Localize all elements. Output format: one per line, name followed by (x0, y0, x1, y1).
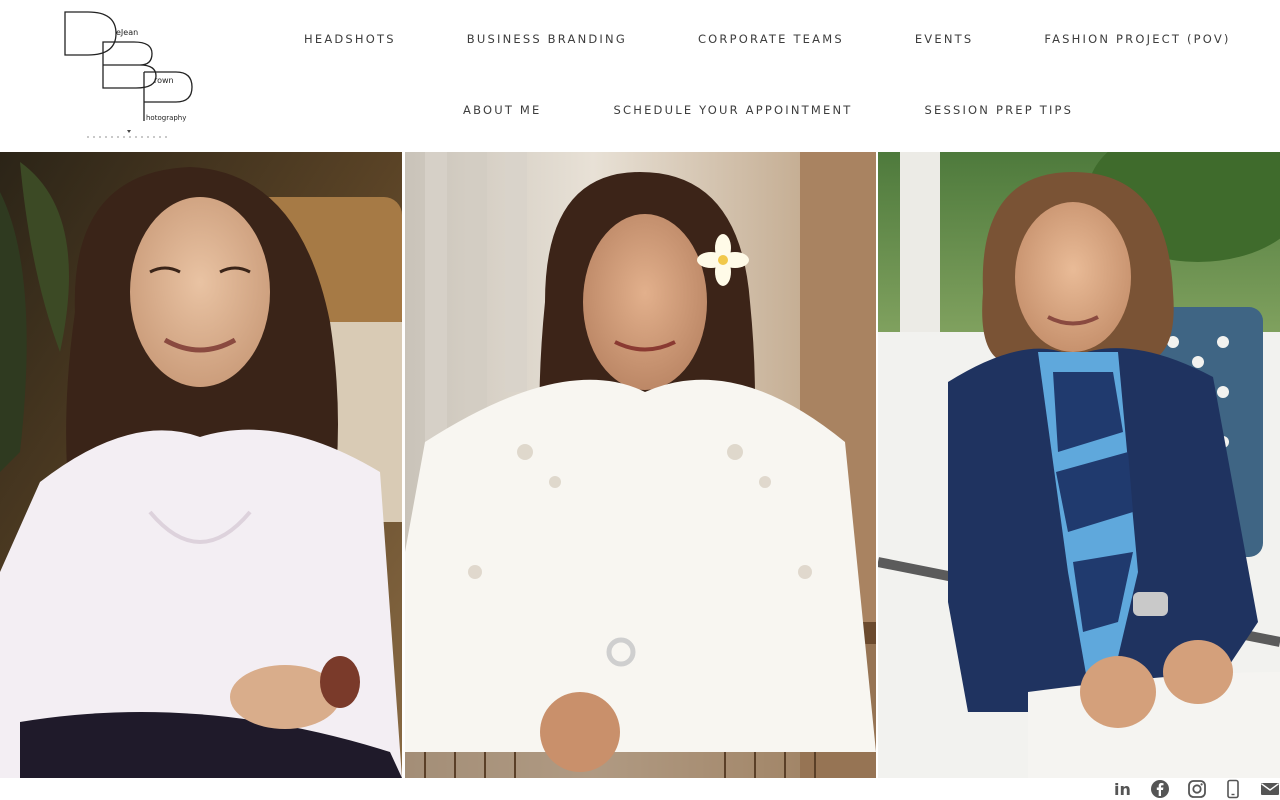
logo-word-3: hotography (146, 114, 186, 122)
logo-mark: eJean rown hotography (64, 11, 193, 138)
site-header: eJean rown hotography HEADSHOTS BUSINESS… (0, 0, 1280, 152)
instagram-icon[interactable] (1187, 779, 1207, 799)
linkedin-text: in (1114, 780, 1131, 799)
primary-nav-row-1: HEADSHOTS BUSINESS BRANDING CORPORATE TE… (304, 30, 1231, 48)
portrait-image-2 (405, 152, 876, 778)
portrait-gallery (0, 152, 1280, 778)
primary-nav-row-2: ABOUT ME SCHEDULE YOUR APPOINTMENT SESSI… (463, 101, 1073, 119)
nav-schedule-appointment[interactable]: SCHEDULE YOUR APPOINTMENT (614, 101, 853, 119)
logo-word-2: rown (154, 76, 174, 85)
portrait-photo-1[interactable] (0, 152, 402, 778)
nav-business-branding[interactable]: BUSINESS BRANDING (467, 30, 627, 48)
portrait-photo-3[interactable] (878, 152, 1280, 778)
nav-events[interactable]: EVENTS (915, 30, 974, 48)
portrait-image-1 (0, 152, 402, 778)
nav-fashion-project[interactable]: FASHION PROJECT (POV) (1044, 30, 1230, 48)
portrait-image-3 (878, 152, 1280, 778)
social-links: in (0, 778, 1280, 800)
nav-headshots[interactable]: HEADSHOTS (304, 30, 396, 48)
nav-about-me[interactable]: ABOUT ME (463, 101, 542, 119)
facebook-icon[interactable] (1150, 779, 1170, 799)
logo-word-1: eJean (116, 28, 138, 37)
portrait-photo-2[interactable] (405, 152, 876, 778)
nav-session-prep-tips[interactable]: SESSION PREP TIPS (924, 101, 1073, 119)
nav-corporate-teams[interactable]: CORPORATE TEAMS (698, 30, 844, 48)
linkedin-icon[interactable]: in (1113, 779, 1133, 799)
brand-logo[interactable]: eJean rown hotography (58, 8, 208, 144)
phone-icon[interactable] (1223, 779, 1243, 799)
email-icon[interactable] (1260, 779, 1280, 799)
